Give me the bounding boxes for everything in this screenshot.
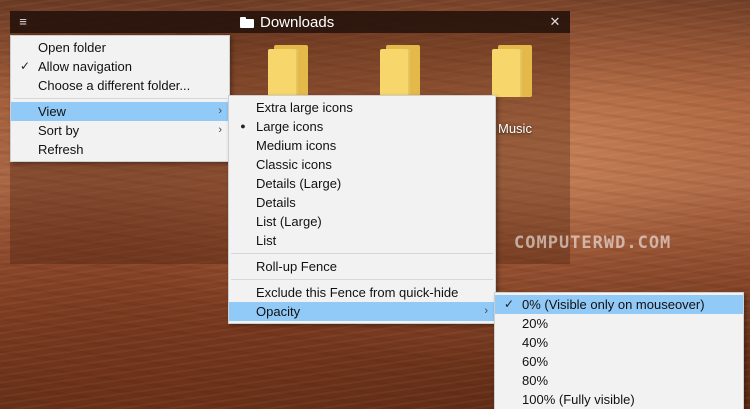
folder-icon <box>240 16 254 28</box>
folder-icon <box>492 45 532 97</box>
folder-label-music: Music <box>498 121 532 136</box>
menu-item-opacity[interactable]: Opacity › <box>229 302 495 321</box>
menu-item-label: Classic icons <box>256 157 332 172</box>
menu-item-opacity-80[interactable]: 80% <box>495 371 743 390</box>
menu-item-roll-up-fence[interactable]: Roll-up Fence <box>229 257 495 276</box>
menu-separator <box>231 279 493 280</box>
menu-item-opacity-100[interactable]: 100% (Fully visible) <box>495 390 743 409</box>
check-icon: ✓ <box>19 59 31 73</box>
menu-item-allow-navigation[interactable]: ✓ Allow navigation <box>11 57 229 76</box>
menu-item-label: Medium icons <box>256 138 337 153</box>
fence-title: Downloads <box>240 13 334 31</box>
menu-item-sort-by[interactable]: Sort by › <box>11 121 229 140</box>
menu-item-opacity-60[interactable]: 60% <box>495 352 743 371</box>
opacity-submenu: ✓ 0% (Visible only on mouseover) 20% 40%… <box>494 292 744 409</box>
fence-title-label: Downloads <box>260 13 335 31</box>
menu-item-label: Extra large icons <box>256 100 353 115</box>
menu-item-label: 80% <box>522 373 549 388</box>
folder-icon <box>268 45 308 97</box>
menu-item-label: Choose a different folder... <box>38 78 191 93</box>
menu-item-label: Details (Large) <box>256 176 342 191</box>
menu-item-label: Allow navigation <box>38 59 132 74</box>
bullet-icon: ● <box>240 121 246 131</box>
menu-item-label: List (Large) <box>256 214 322 229</box>
menu-item-details-large[interactable]: Details (Large) <box>229 174 495 193</box>
menu-item-view[interactable]: View › <box>11 102 229 121</box>
folder-icon <box>380 45 420 97</box>
menu-item-large-icons[interactable]: ● Large icons <box>229 117 495 136</box>
menu-item-label: Opacity <box>256 304 301 319</box>
menu-item-label: Details <box>256 195 296 210</box>
menu-item-label: 0% (Visible only on mouseover) <box>522 297 705 312</box>
context-menu: Open folder ✓ Allow navigation Choose a … <box>10 35 230 162</box>
menu-item-label: 100% (Fully visible) <box>522 392 635 407</box>
check-icon: ✓ <box>503 297 515 311</box>
chevron-right-icon: › <box>218 124 222 136</box>
menu-item-refresh[interactable]: Refresh <box>11 140 229 159</box>
menu-item-choose-folder[interactable]: Choose a different folder... <box>11 76 229 95</box>
menu-item-opacity-20[interactable]: 20% <box>495 314 743 333</box>
menu-icon[interactable]: ≡ <box>16 15 30 29</box>
menu-item-list[interactable]: List <box>229 231 495 250</box>
menu-item-list-large[interactable]: List (Large) <box>229 212 495 231</box>
fence-titlebar[interactable]: ≡ Downloads ✕ <box>10 11 570 33</box>
menu-item-label: Exclude this Fence from quick-hide <box>256 285 459 300</box>
menu-item-classic-icons[interactable]: Classic icons <box>229 155 495 174</box>
menu-separator <box>231 253 493 254</box>
menu-item-label: Open folder <box>38 40 106 55</box>
view-submenu: Extra large icons ● Large icons Medium i… <box>228 95 496 324</box>
menu-item-label: View <box>38 104 66 119</box>
menu-item-label: Refresh <box>38 142 84 157</box>
menu-item-opacity-40[interactable]: 40% <box>495 333 743 352</box>
menu-item-extra-large-icons[interactable]: Extra large icons <box>229 98 495 117</box>
menu-item-details[interactable]: Details <box>229 193 495 212</box>
menu-item-exclude-quick-hide[interactable]: Exclude this Fence from quick-hide <box>229 283 495 302</box>
menu-item-label: Sort by <box>38 123 80 138</box>
menu-item-label: 20% <box>522 316 549 331</box>
watermark: COMPUTERWD.COM <box>514 233 672 253</box>
menu-item-open-folder[interactable]: Open folder <box>11 38 229 57</box>
menu-item-label: Large icons <box>256 119 324 134</box>
close-icon[interactable]: ✕ <box>548 14 562 30</box>
menu-item-opacity-0[interactable]: ✓ 0% (Visible only on mouseover) <box>495 295 743 314</box>
menu-item-label: 40% <box>522 335 549 350</box>
menu-item-label: 60% <box>522 354 549 369</box>
menu-item-medium-icons[interactable]: Medium icons <box>229 136 495 155</box>
menu-separator <box>13 98 227 99</box>
chevron-right-icon: › <box>484 305 488 317</box>
menu-item-label: List <box>256 233 277 248</box>
menu-item-label: Roll-up Fence <box>256 259 337 274</box>
chevron-right-icon: › <box>218 105 222 117</box>
